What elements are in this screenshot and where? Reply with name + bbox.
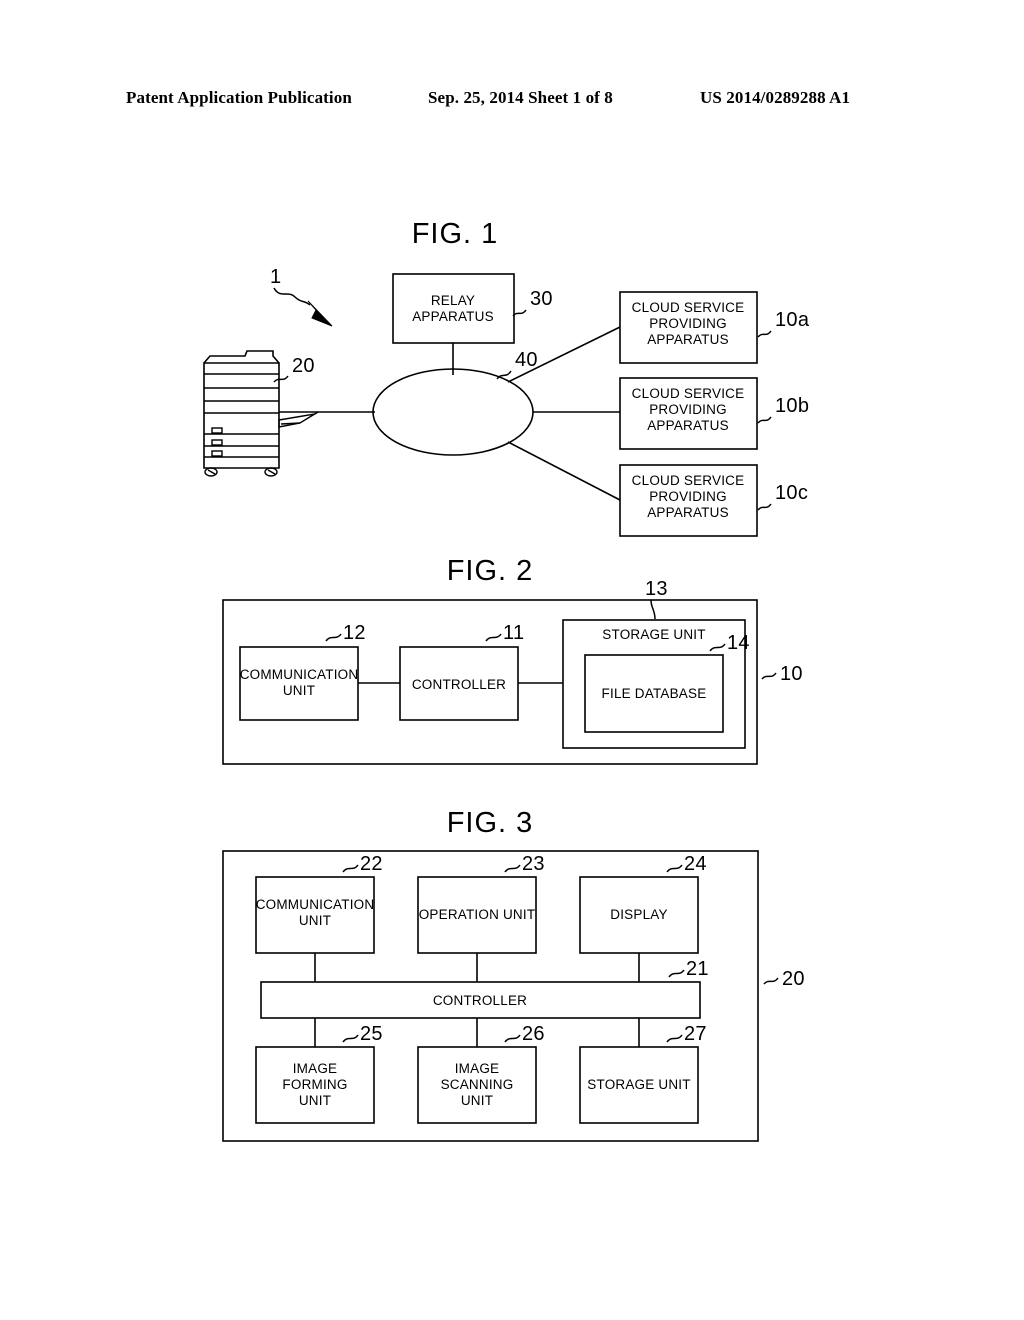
- fig1-cloud-b-leader: [757, 416, 772, 424]
- fig2-controller-ref: 11: [503, 622, 524, 644]
- fig3-image-scanning-line1: IMAGE: [455, 1061, 500, 1076]
- fig1-cloud-b-line3: APPARATUS: [647, 418, 729, 433]
- figures-svg: FIG. 1 1 20 RELAY APPARATUS 30 40 CLOUD …: [203, 218, 810, 1142]
- fig1-system-ref: 1: [270, 266, 281, 288]
- fig3-operation-unit-label: OPERATION UNIT: [419, 907, 536, 922]
- fig1-network-ref: 40: [515, 349, 538, 371]
- fig1-relay-label-line1: RELAY: [431, 293, 475, 308]
- fig2-communication-unit-ref: 12: [343, 622, 366, 644]
- fig2-communication-unit-line2: UNIT: [283, 683, 315, 698]
- fig3-controller-leader: [668, 969, 685, 978]
- fig3-image-forming-line2: FORMING: [282, 1077, 347, 1092]
- fig3-communication-unit-leader: [342, 864, 359, 873]
- fig3-image-forming-ref: 25: [360, 1023, 383, 1045]
- fig1-network-leader: [496, 370, 512, 380]
- fig3-image-forming-line3: UNIT: [299, 1093, 331, 1108]
- fig1-mfp-leader: [273, 375, 289, 383]
- fig1-relay-ref: 30: [530, 288, 553, 310]
- fig3-communication-unit-line2: UNIT: [299, 913, 331, 928]
- fig3-controller-ref: 21: [686, 958, 709, 980]
- fig3-outer-leader: [763, 977, 779, 985]
- fig1-cloud-a-line2: PROVIDING: [649, 316, 727, 331]
- fig2-controller-leader: [485, 633, 502, 642]
- fig3-outer-ref: 20: [782, 968, 805, 990]
- fig3-operation-unit-leader: [504, 864, 521, 873]
- patent-drawing-page: Patent Application Publication Sep. 25, …: [0, 0, 1024, 1320]
- fig3-display-label: DISPLAY: [610, 907, 667, 922]
- fig3-image-forming-line1: IMAGE: [293, 1061, 338, 1076]
- fig1-cloud-b-line1: CLOUD SERVICE: [632, 386, 745, 401]
- fig3-title: FIG. 3: [447, 807, 534, 839]
- fig1-cloud-a-line1: CLOUD SERVICE: [632, 300, 745, 315]
- fig1-cloud-a-ref: 10a: [775, 309, 810, 331]
- fig1-cloud-a-line3: APPARATUS: [647, 332, 729, 347]
- fig2-outer-ref: 10: [780, 663, 803, 685]
- fig2-communication-unit-leader: [325, 633, 342, 642]
- fig3-display-leader: [666, 864, 683, 873]
- fig1-relay-leader: [512, 309, 527, 317]
- fig2-storage-unit-ref: 13: [645, 578, 668, 600]
- fig3-image-scanning-ref: 26: [522, 1023, 545, 1045]
- fig1-cloud-c-ref: 10c: [775, 482, 808, 504]
- fig3-image-forming-leader: [342, 1034, 359, 1043]
- fig2-controller-label: CONTROLLER: [412, 677, 506, 692]
- fig1-system-arrowhead: [307, 300, 333, 327]
- fig3-storage-unit-label: STORAGE UNIT: [587, 1077, 690, 1092]
- fig2-title: FIG. 2: [447, 555, 534, 587]
- fig1-system-leader: [273, 287, 311, 306]
- fig3-image-scanning-leader: [504, 1034, 521, 1043]
- fig1-relay-label-line2: APPARATUS: [412, 309, 494, 324]
- fig3-image-scanning-line3: UNIT: [461, 1093, 493, 1108]
- fig2-outer-leader: [761, 672, 777, 680]
- fig2-file-database-leader: [709, 643, 726, 652]
- fig3-communication-unit-line1: COMMUNICATION: [256, 897, 375, 912]
- fig1-link-network-cloud-c: [507, 441, 621, 501]
- fig2-communication-unit-line1: COMMUNICATION: [240, 667, 359, 682]
- fig3-display-ref: 24: [684, 853, 707, 875]
- fig1-cloud-c-line2: PROVIDING: [649, 489, 727, 504]
- fig3-controller-label: CONTROLLER: [433, 993, 527, 1008]
- fig3-storage-unit-ref: 27: [684, 1023, 707, 1045]
- fig2-file-database-label: FILE DATABASE: [602, 686, 707, 701]
- fig1-cloud-b-line2: PROVIDING: [649, 402, 727, 417]
- fig2-storage-unit-leader: [650, 599, 656, 620]
- fig3-communication-unit-ref: 22: [360, 853, 383, 875]
- fig1-cloud-c-leader: [757, 503, 772, 511]
- fig3-storage-unit-leader: [666, 1034, 683, 1043]
- fig2-file-database-ref: 14: [727, 632, 750, 654]
- fig1-mfp-ref: 20: [292, 355, 315, 377]
- fig1-title: FIG. 1: [412, 218, 499, 250]
- fig3-image-scanning-line2: SCANNING: [441, 1077, 514, 1092]
- fig1-cloud-b-ref: 10b: [775, 395, 809, 417]
- fig1-cloud-a-leader: [757, 330, 772, 338]
- fig1-cloud-c-line3: APPARATUS: [647, 505, 729, 520]
- fig1-cloud-c-line1: CLOUD SERVICE: [632, 473, 745, 488]
- fig3-operation-unit-ref: 23: [522, 853, 545, 875]
- fig2-storage-unit-label: STORAGE UNIT: [602, 627, 705, 642]
